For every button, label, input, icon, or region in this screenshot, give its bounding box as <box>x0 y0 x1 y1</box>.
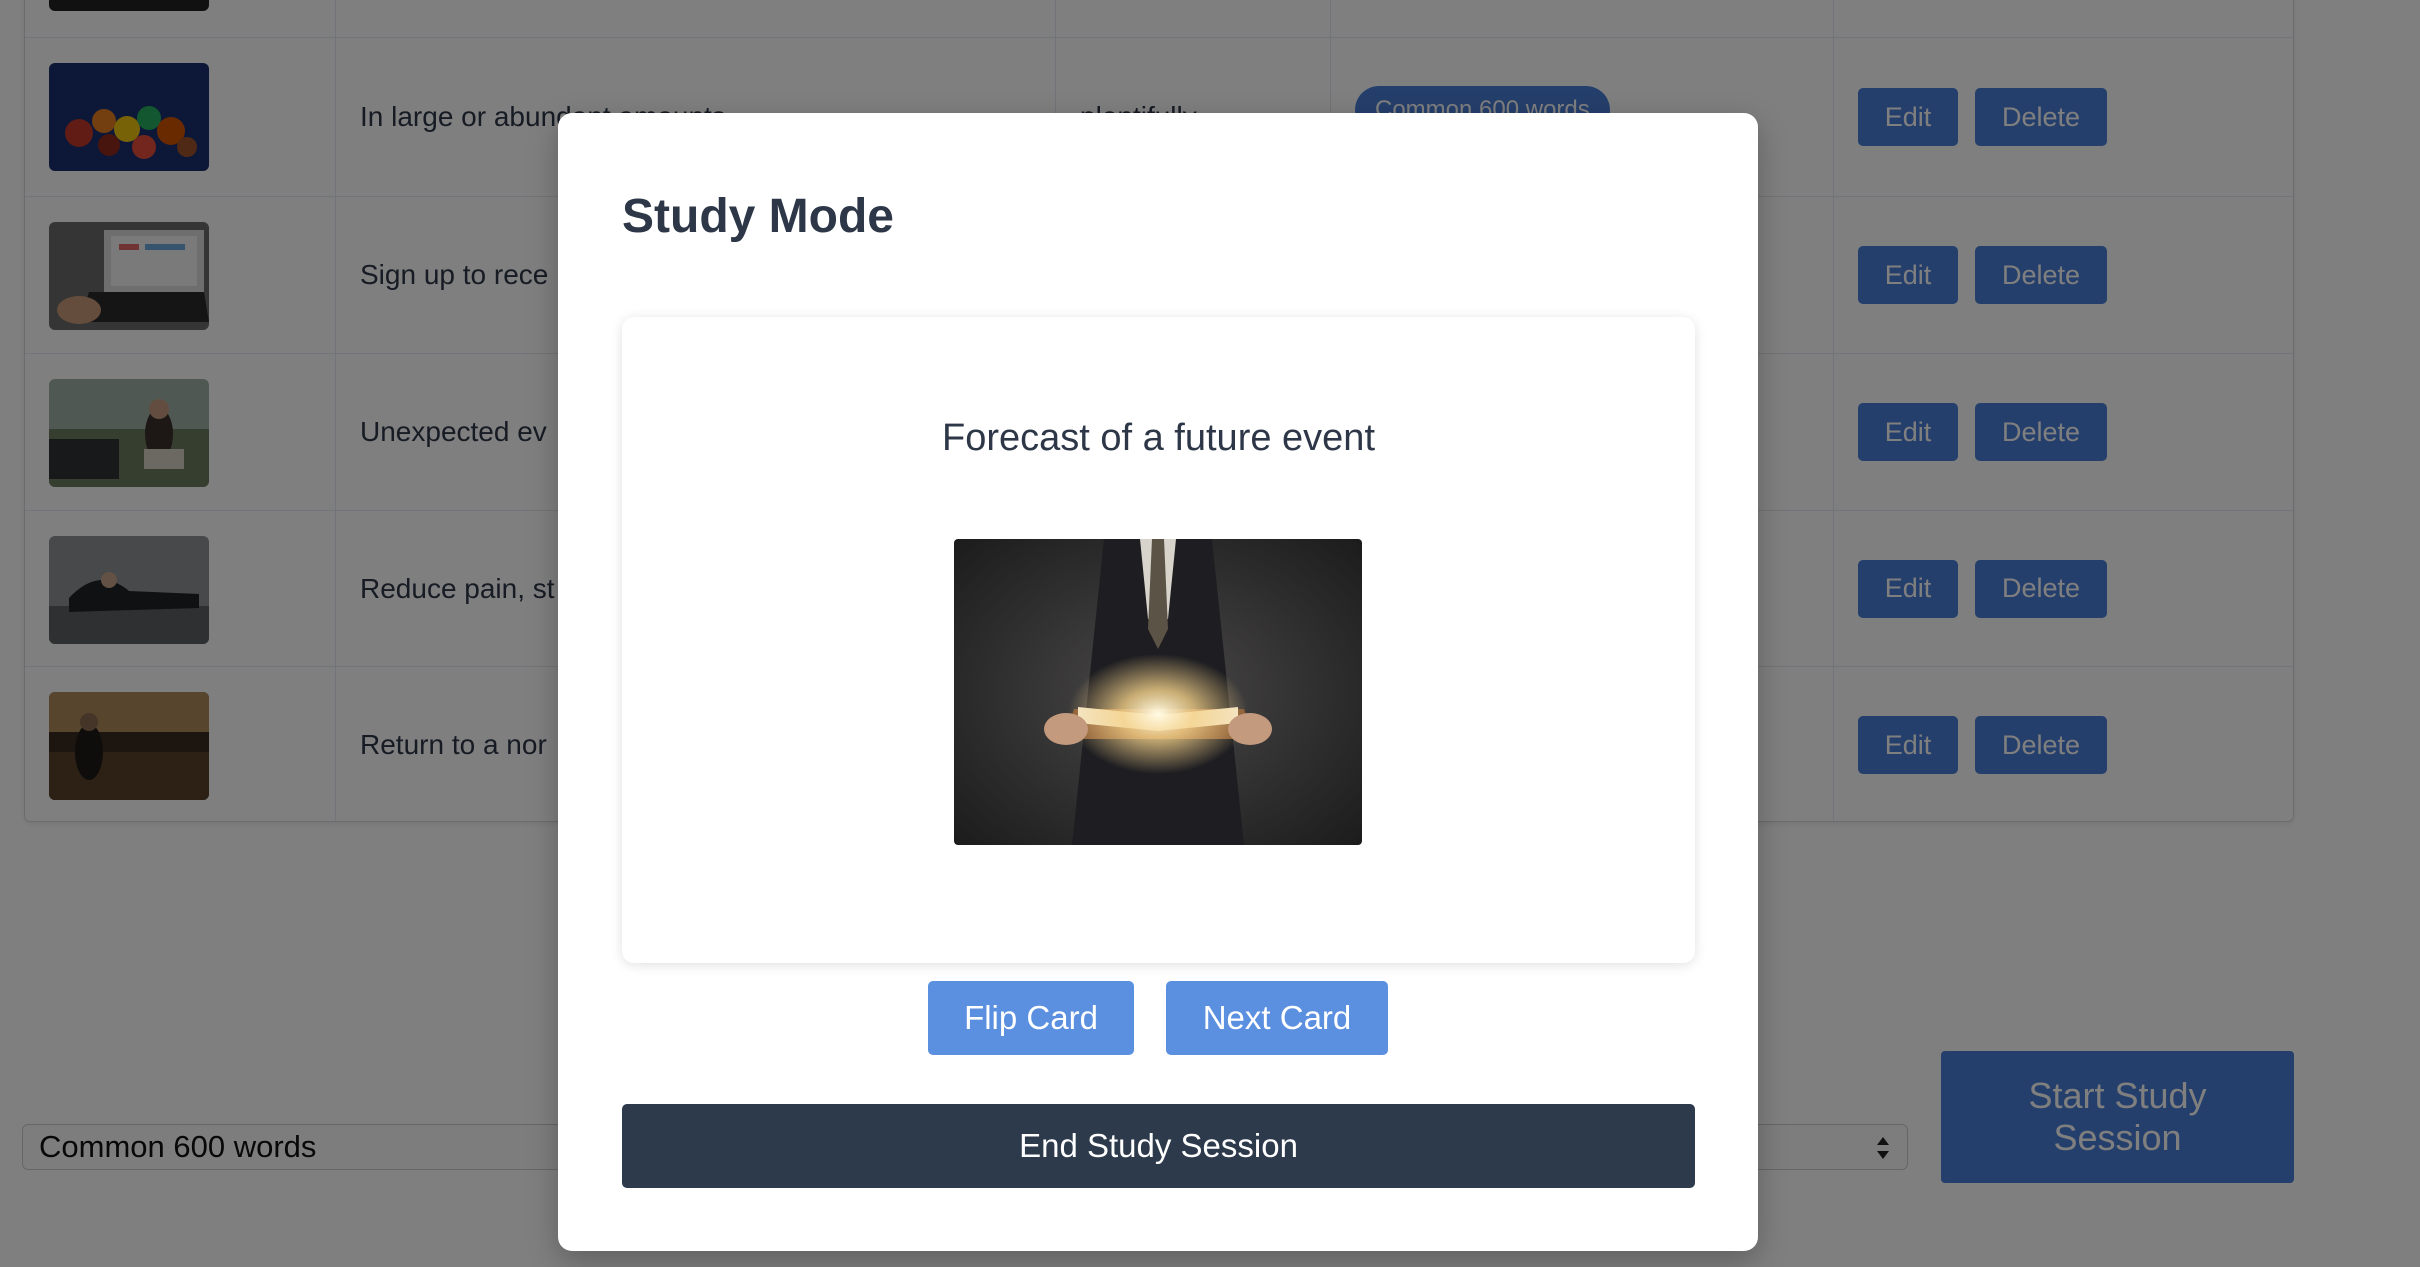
modal-title: Study Mode <box>622 190 894 243</box>
study-mode-modal: Study Mode Forecast of a future event Fl… <box>558 113 1758 1251</box>
flashcard-image <box>954 539 1362 845</box>
flip-card-button[interactable]: Flip Card <box>928 981 1134 1055</box>
next-card-button[interactable]: Next Card <box>1166 981 1388 1055</box>
end-study-session-button[interactable]: End Study Session <box>622 1104 1695 1188</box>
flashcard[interactable]: Forecast of a future event <box>622 317 1695 963</box>
flashcard-text: Forecast of a future event <box>941 417 1375 459</box>
